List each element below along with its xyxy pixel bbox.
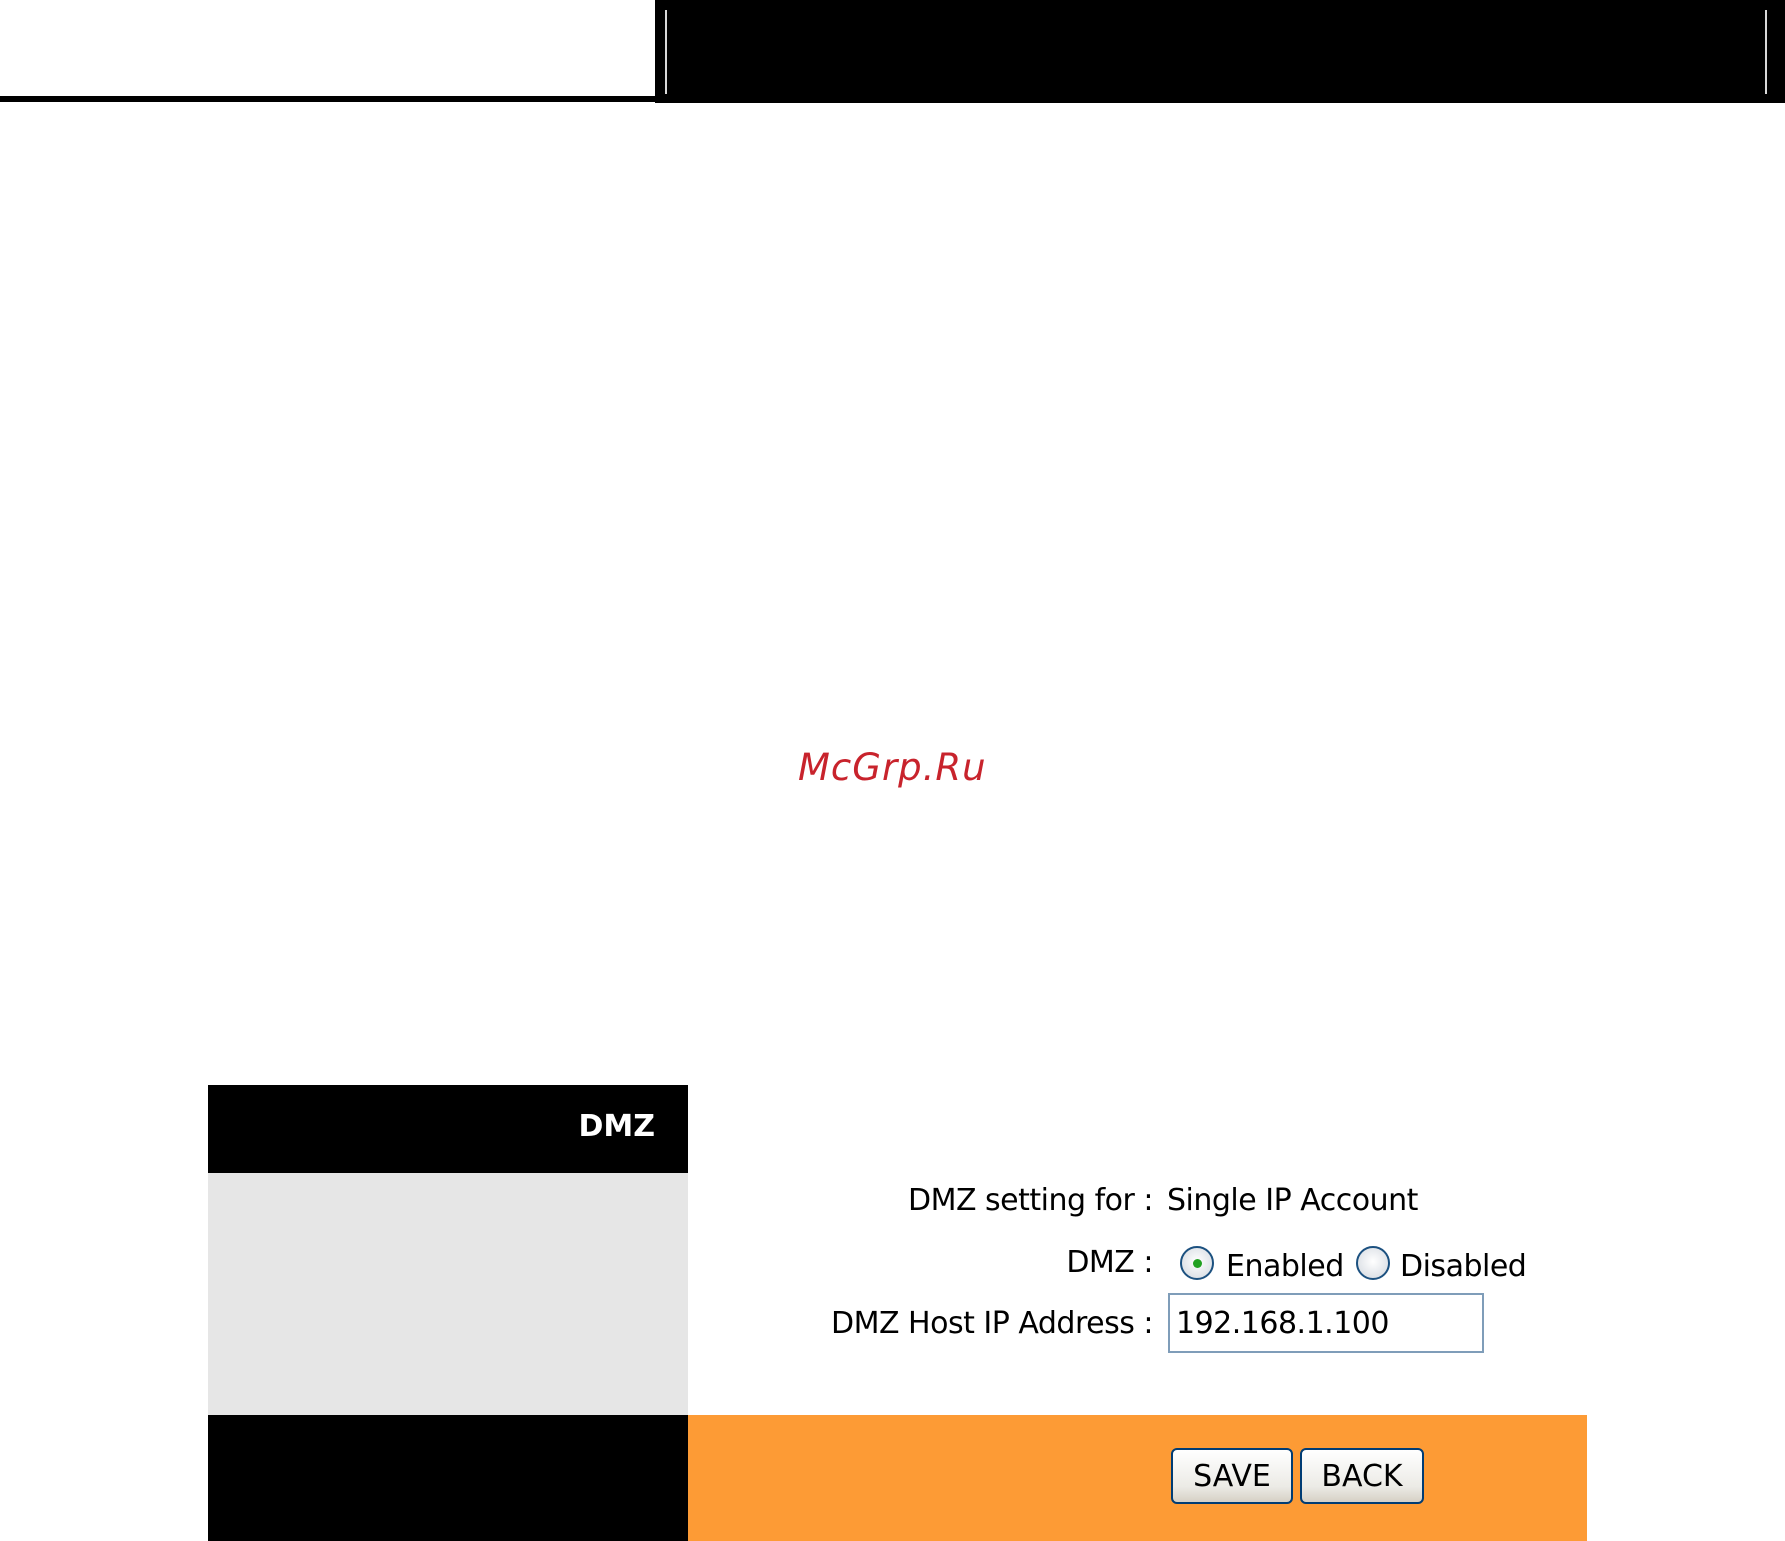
watermark: McGrp.Ru	[798, 746, 987, 789]
sidebar-header: DMZ	[208, 1085, 688, 1173]
header-left-rule	[0, 96, 655, 102]
dmz-setting-label: DMZ setting for :	[907, 1183, 1154, 1218]
radio-selected-dot	[1193, 1259, 1202, 1268]
header-banner	[655, 0, 1785, 103]
header-divider	[665, 10, 667, 94]
section-title: DMZ	[578, 1109, 655, 1144]
dmz-host-ip-label: DMZ Host IP Address :	[830, 1306, 1154, 1341]
dmz-enabled-label[interactable]: Enabled	[1226, 1249, 1344, 1284]
dmz-label: DMZ :	[1066, 1245, 1153, 1280]
action-bar	[688, 1415, 1587, 1541]
sidebar-body	[208, 1173, 688, 1415]
save-button[interactable]: SAVE	[1171, 1448, 1293, 1504]
dmz-enabled-radio[interactable]	[1180, 1246, 1214, 1280]
dmz-host-ip-input[interactable]	[1168, 1293, 1484, 1353]
dmz-disabled-label[interactable]: Disabled	[1400, 1249, 1527, 1284]
header-divider	[1765, 10, 1767, 94]
dmz-setting-value: Single IP Account	[1167, 1183, 1418, 1218]
back-button[interactable]: BACK	[1300, 1448, 1424, 1504]
sidebar-footer	[208, 1415, 688, 1541]
dmz-disabled-radio[interactable]	[1356, 1246, 1390, 1280]
